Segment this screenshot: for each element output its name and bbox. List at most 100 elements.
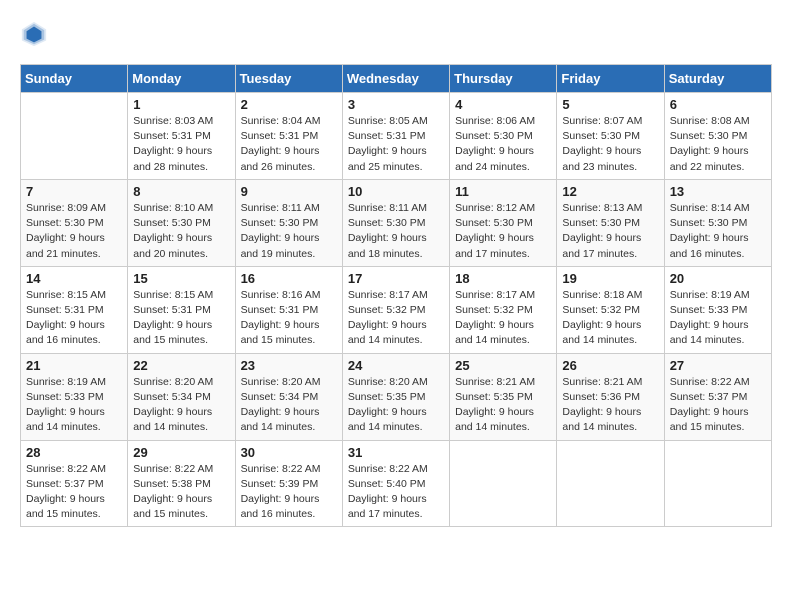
day-cell: 20 Sunrise: 8:19 AMSunset: 5:33 PMDayligh… <box>664 266 771 353</box>
day-info: Sunrise: 8:17 AMSunset: 5:32 PMDaylight:… <box>348 288 444 349</box>
day-number: 21 <box>26 358 122 373</box>
day-cell <box>21 93 128 180</box>
day-cell: 25Sunrise: 8:21 AMSunset: 5:35 PMDayligh… <box>450 353 557 440</box>
day-number: 4 <box>455 97 551 112</box>
day-info: Sunrise: 8:13 AMSunset: 5:30 PMDaylight:… <box>562 201 658 262</box>
day-number: 25 <box>455 358 551 373</box>
day-info: Sunrise: 8:19 AMSunset: 5:33 PMDaylight:… <box>26 375 122 436</box>
day-info: Sunrise: 8:06 AMSunset: 5:30 PMDaylight:… <box>455 114 551 175</box>
day-number: 28 <box>26 445 122 460</box>
day-info: Sunrise: 8:15 AMSunset: 5:31 PMDaylight:… <box>26 288 122 349</box>
day-info: Sunrise: 8:09 AMSunset: 5:30 PMDaylight:… <box>26 201 122 262</box>
day-number: 31 <box>348 445 444 460</box>
header-cell-saturday: Saturday <box>664 65 771 93</box>
day-cell: 8 Sunrise: 8:10 AMSunset: 5:30 PMDaylight… <box>128 179 235 266</box>
week-row-2: 7Sunrise: 8:09 AMSunset: 5:30 PMDaylight… <box>21 179 772 266</box>
day-info: Sunrise: 8:20 AMSunset: 5:35 PMDaylight:… <box>348 375 444 436</box>
day-cell: 6 Sunrise: 8:08 AMSunset: 5:30 PMDaylight… <box>664 93 771 180</box>
day-cell: 13Sunrise: 8:14 AMSunset: 5:30 PMDayligh… <box>664 179 771 266</box>
day-cell: 16 Sunrise: 8:16 AMSunset: 5:31 PMDayligh… <box>235 266 342 353</box>
header-row: SundayMondayTuesdayWednesdayThursdayFrid… <box>21 65 772 93</box>
day-number: 22 <box>133 358 229 373</box>
day-info: Sunrise: 8:04 AMSunset: 5:31 PMDaylight:… <box>241 114 337 175</box>
day-info: Sunrise: 8:12 AMSunset: 5:30 PMDaylight:… <box>455 201 551 262</box>
day-number: 5 <box>562 97 658 112</box>
day-info: Sunrise: 8:16 AMSunset: 5:31 PMDaylight:… <box>241 288 337 349</box>
day-info: Sunrise: 8:08 AMSunset: 5:30 PMDaylight:… <box>670 114 766 175</box>
day-number: 3 <box>348 97 444 112</box>
day-info: Sunrise: 8:20 AMSunset: 5:34 PMDaylight:… <box>133 375 229 436</box>
day-info: Sunrise: 8:11 AMSunset: 5:30 PMDaylight:… <box>241 201 337 262</box>
day-cell: 7Sunrise: 8:09 AMSunset: 5:30 PMDaylight… <box>21 179 128 266</box>
day-info: Sunrise: 8:15 AMSunset: 5:31 PMDaylight:… <box>133 288 229 349</box>
day-cell: 10Sunrise: 8:11 AMSunset: 5:30 PMDayligh… <box>342 179 449 266</box>
day-info: Sunrise: 8:07 AMSunset: 5:30 PMDaylight:… <box>562 114 658 175</box>
day-info: Sunrise: 8:22 AMSunset: 5:40 PMDaylight:… <box>348 462 444 523</box>
day-number: 9 <box>241 184 337 199</box>
day-info: Sunrise: 8:11 AMSunset: 5:30 PMDaylight:… <box>348 201 444 262</box>
day-number: 1 <box>133 97 229 112</box>
day-number: 15 <box>133 271 229 286</box>
day-number: 24 <box>348 358 444 373</box>
day-cell: 28 Sunrise: 8:22 AMSunset: 5:37 PMDayligh… <box>21 440 128 527</box>
day-number: 19 <box>562 271 658 286</box>
logo-icon <box>20 20 48 48</box>
day-cell: 26Sunrise: 8:21 AMSunset: 5:36 PMDayligh… <box>557 353 664 440</box>
day-number: 18 <box>455 271 551 286</box>
header-cell-wednesday: Wednesday <box>342 65 449 93</box>
page-header <box>20 20 772 48</box>
day-info: Sunrise: 8:22 AMSunset: 5:37 PMDaylight:… <box>670 375 766 436</box>
day-number: 11 <box>455 184 551 199</box>
day-info: Sunrise: 8:17 AMSunset: 5:32 PMDaylight:… <box>455 288 551 349</box>
day-cell: 4 Sunrise: 8:06 AMSunset: 5:30 PMDaylight… <box>450 93 557 180</box>
day-info: Sunrise: 8:18 AMSunset: 5:32 PMDaylight:… <box>562 288 658 349</box>
day-number: 12 <box>562 184 658 199</box>
day-number: 8 <box>133 184 229 199</box>
day-info: Sunrise: 8:03 AMSunset: 5:31 PMDaylight:… <box>133 114 229 175</box>
day-info: Sunrise: 8:22 AMSunset: 5:38 PMDaylight:… <box>133 462 229 523</box>
day-cell <box>664 440 771 527</box>
day-info: Sunrise: 8:22 AMSunset: 5:37 PMDaylight:… <box>26 462 122 523</box>
day-number: 23 <box>241 358 337 373</box>
day-cell: 2 Sunrise: 8:04 AMSunset: 5:31 PMDaylight… <box>235 93 342 180</box>
day-cell: 24 Sunrise: 8:20 AMSunset: 5:35 PMDayligh… <box>342 353 449 440</box>
day-number: 13 <box>670 184 766 199</box>
day-number: 6 <box>670 97 766 112</box>
day-cell: 15 Sunrise: 8:15 AMSunset: 5:31 PMDayligh… <box>128 266 235 353</box>
day-cell <box>557 440 664 527</box>
day-cell: 31 Sunrise: 8:22 AMSunset: 5:40 PMDayligh… <box>342 440 449 527</box>
calendar-header: SundayMondayTuesdayWednesdayThursdayFrid… <box>21 65 772 93</box>
day-cell: 5 Sunrise: 8:07 AMSunset: 5:30 PMDaylight… <box>557 93 664 180</box>
day-cell: 19 Sunrise: 8:18 AMSunset: 5:32 PMDayligh… <box>557 266 664 353</box>
day-info: Sunrise: 8:19 AMSunset: 5:33 PMDaylight:… <box>670 288 766 349</box>
day-number: 16 <box>241 271 337 286</box>
header-cell-tuesday: Tuesday <box>235 65 342 93</box>
day-cell <box>450 440 557 527</box>
day-cell: 14Sunrise: 8:15 AMSunset: 5:31 PMDayligh… <box>21 266 128 353</box>
day-number: 30 <box>241 445 337 460</box>
logo <box>20 20 54 48</box>
day-cell: 18 Sunrise: 8:17 AMSunset: 5:32 PMDayligh… <box>450 266 557 353</box>
day-cell: 29 Sunrise: 8:22 AMSunset: 5:38 PMDayligh… <box>128 440 235 527</box>
day-cell: 3 Sunrise: 8:05 AMSunset: 5:31 PMDaylight… <box>342 93 449 180</box>
day-info: Sunrise: 8:20 AMSunset: 5:34 PMDaylight:… <box>241 375 337 436</box>
day-cell: 21 Sunrise: 8:19 AMSunset: 5:33 PMDayligh… <box>21 353 128 440</box>
day-number: 20 <box>670 271 766 286</box>
day-cell: 23 Sunrise: 8:20 AMSunset: 5:34 PMDayligh… <box>235 353 342 440</box>
day-number: 2 <box>241 97 337 112</box>
calendar-body: 1 Sunrise: 8:03 AMSunset: 5:31 PMDaylight… <box>21 93 772 527</box>
day-number: 29 <box>133 445 229 460</box>
day-number: 17 <box>348 271 444 286</box>
day-info: Sunrise: 8:22 AMSunset: 5:39 PMDaylight:… <box>241 462 337 523</box>
day-info: Sunrise: 8:10 AMSunset: 5:30 PMDaylight:… <box>133 201 229 262</box>
week-row-4: 21 Sunrise: 8:19 AMSunset: 5:33 PMDayligh… <box>21 353 772 440</box>
day-info: Sunrise: 8:05 AMSunset: 5:31 PMDaylight:… <box>348 114 444 175</box>
day-cell: 9 Sunrise: 8:11 AMSunset: 5:30 PMDaylight… <box>235 179 342 266</box>
day-number: 27 <box>670 358 766 373</box>
day-cell: 12 Sunrise: 8:13 AMSunset: 5:30 PMDayligh… <box>557 179 664 266</box>
day-cell: 27 Sunrise: 8:22 AMSunset: 5:37 PMDayligh… <box>664 353 771 440</box>
day-number: 26 <box>562 358 658 373</box>
header-cell-sunday: Sunday <box>21 65 128 93</box>
day-cell: 1 Sunrise: 8:03 AMSunset: 5:31 PMDaylight… <box>128 93 235 180</box>
header-cell-monday: Monday <box>128 65 235 93</box>
